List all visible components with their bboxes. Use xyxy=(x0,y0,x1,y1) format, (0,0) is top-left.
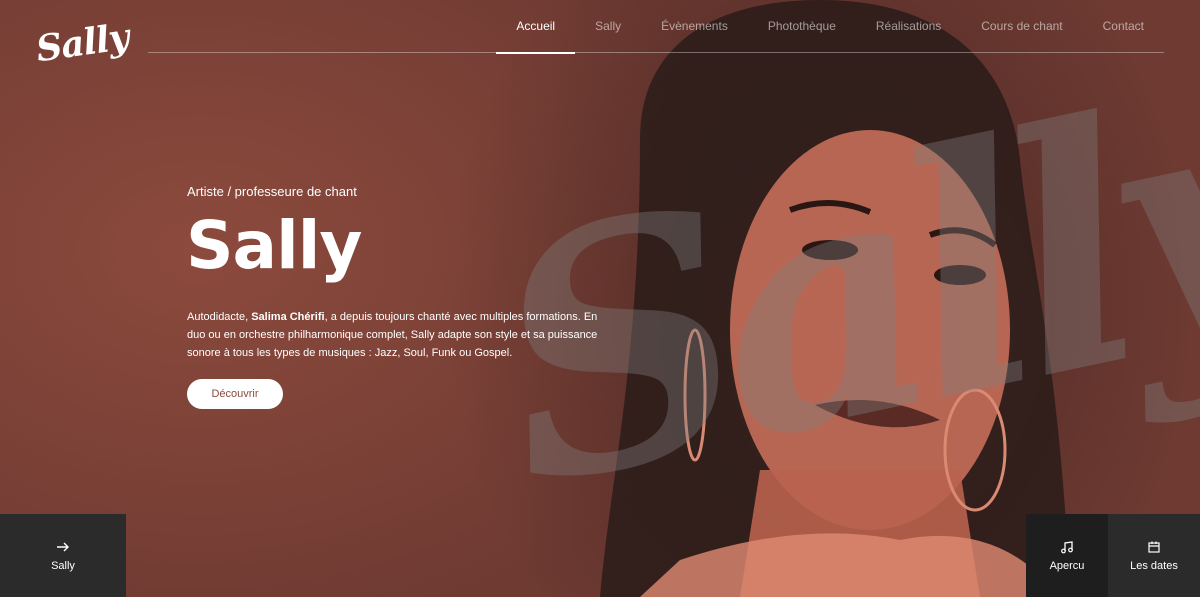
tile-les-dates-label: Les dates xyxy=(1130,560,1178,572)
intro-text-before: Autodidacte, xyxy=(187,311,252,323)
calendar-icon xyxy=(1148,541,1160,553)
hero-background: Sally xyxy=(0,0,1200,597)
tile-apercu-label: Apercu xyxy=(1049,560,1085,572)
discover-button[interactable]: Découvrir xyxy=(187,379,283,409)
nav-item-realisations[interactable]: Réalisations xyxy=(856,0,961,53)
tile-les-dates[interactable]: Les dates xyxy=(1108,514,1200,597)
music-note-icon xyxy=(1061,541,1073,554)
tile-sally-label: Sally xyxy=(51,560,75,572)
hero-eyebrow: Artiste / professeure de chant xyxy=(187,184,357,199)
hero-title: Sally xyxy=(186,207,362,284)
nav-item-cours-de-chant[interactable]: Cours de chant xyxy=(961,0,1082,53)
nav-item-sally[interactable]: Sally xyxy=(575,0,641,53)
nav-item-phototheque[interactable]: Photothèque xyxy=(748,0,856,53)
arrow-right-icon xyxy=(57,542,69,552)
nav-item-evenements[interactable]: Évènements xyxy=(641,0,748,53)
nav-item-accueil[interactable]: Accueil xyxy=(496,0,575,54)
tile-sally[interactable]: Sally xyxy=(0,514,126,597)
main-nav: Accueil Sally Évènements Photothèque Réa… xyxy=(496,0,1164,54)
hero-intro: Autodidacte, Salima Chérifi, a depuis to… xyxy=(187,308,599,362)
nav-item-contact[interactable]: Contact xyxy=(1083,0,1164,53)
portrait-image xyxy=(600,0,1070,597)
tile-apercu[interactable]: Apercu xyxy=(1026,514,1108,597)
intro-artist-name: Salima Chérifi xyxy=(251,311,325,323)
